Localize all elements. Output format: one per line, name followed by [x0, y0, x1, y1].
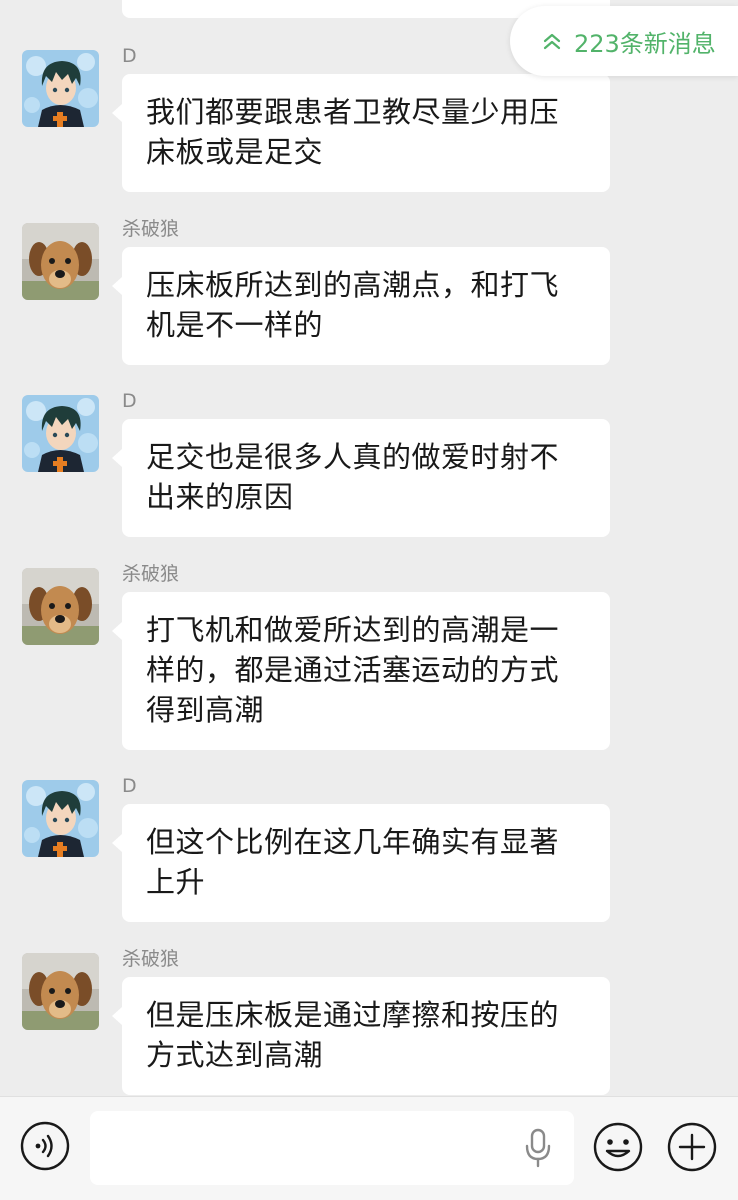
- message-input[interactable]: [90, 1111, 574, 1185]
- plus-icon: [667, 1122, 717, 1172]
- sender-name: 杀破狼: [122, 563, 180, 585]
- message-bubble[interactable]: 但是压床板是通过摩擦和按压的方式达到高潮: [112, 977, 610, 1095]
- avatar[interactable]: [22, 780, 99, 857]
- new-messages-button[interactable]: 223条新消息: [510, 6, 738, 76]
- chat-area: D 我们都要跟患者卫教尽量少用压床板或是足交 杀破狼 压床板所达到的高潮点，和打…: [0, 0, 738, 1096]
- double-chevron-up-icon: [543, 33, 561, 50]
- anime-boy-avatar-icon: [22, 780, 99, 857]
- emoji-icon: [593, 1122, 643, 1172]
- message-bubble[interactable]: 打飞机和做爱所达到的高潮是一样的，都是通过活塞运动的方式得到高潮: [112, 592, 610, 750]
- avatar[interactable]: [22, 50, 99, 127]
- input-bar: [0, 1096, 738, 1200]
- avatar[interactable]: [22, 568, 99, 645]
- voice-mode-button[interactable]: [20, 1121, 70, 1171]
- avatar[interactable]: [22, 395, 99, 472]
- dog-avatar-icon: [22, 223, 99, 300]
- avatar[interactable]: [22, 953, 99, 1030]
- dog-avatar-icon: [22, 568, 99, 645]
- sender-name: 杀破狼: [122, 218, 180, 240]
- sender-name: 杀破狼: [122, 948, 180, 970]
- emoji-button[interactable]: [592, 1121, 644, 1173]
- message-bubble[interactable]: 我们都要跟患者卫教尽量少用压床板或是足交: [112, 74, 610, 192]
- sender-name: D: [122, 775, 137, 797]
- new-messages-label: 223条新消息: [574, 29, 716, 58]
- sender-name: D: [122, 390, 137, 412]
- sender-name: D: [122, 45, 137, 67]
- message-bubble[interactable]: 压床板所达到的高潮点，和打飞机是不一样的: [112, 247, 610, 365]
- anime-boy-avatar-icon: [22, 395, 99, 472]
- anime-boy-avatar-icon: [22, 50, 99, 127]
- mic-icon[interactable]: [524, 1128, 552, 1168]
- dog-avatar-icon: [22, 953, 99, 1030]
- more-actions-button[interactable]: [666, 1121, 718, 1173]
- message-bubble[interactable]: 但这个比例在这几年确实有显著上升: [112, 804, 610, 922]
- message-bubble[interactable]: 足交也是很多人真的做爱时射不出来的原因: [112, 419, 610, 537]
- voice-icon: [20, 1121, 70, 1171]
- avatar[interactable]: [22, 223, 99, 300]
